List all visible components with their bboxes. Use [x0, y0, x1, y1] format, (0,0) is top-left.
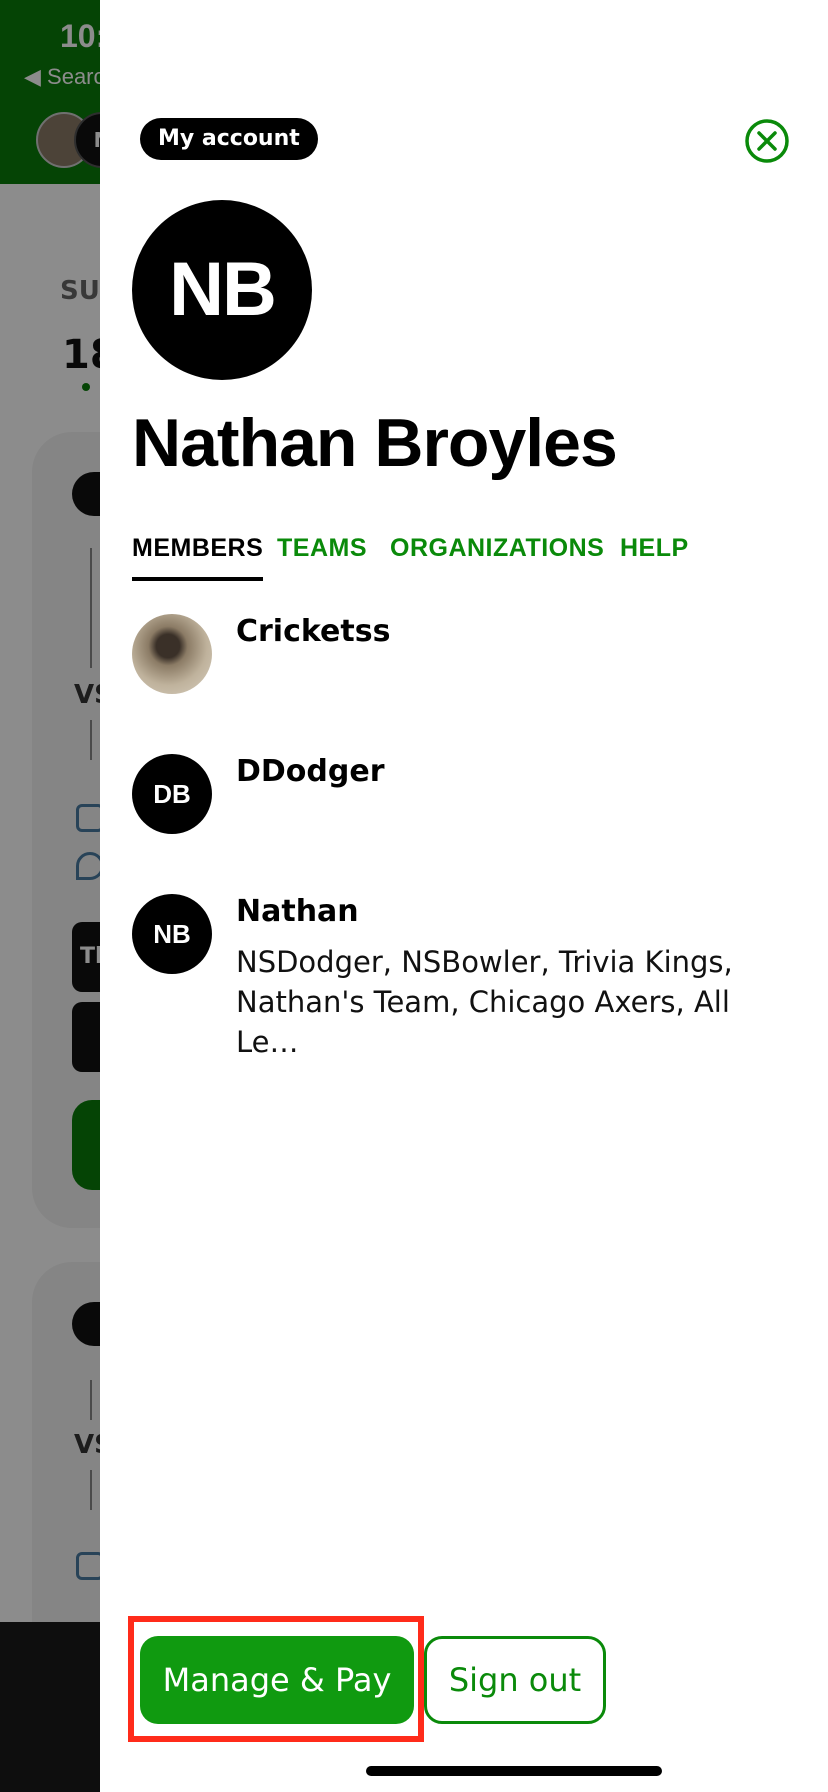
member-avatar: NB [132, 894, 212, 974]
member-name: Nathan [236, 894, 359, 929]
tab-organizations[interactable]: ORGANIZATIONS [390, 534, 604, 577]
close-icon[interactable] [744, 118, 790, 164]
tab-members[interactable]: MEMBERS [132, 534, 264, 581]
profile-avatar: NB [132, 200, 312, 380]
highlight-box [128, 1616, 424, 1742]
member-name: Cricketss [236, 614, 391, 649]
member-teams: NSDodger, NSBowler, Trivia Kings, Nathan… [236, 945, 733, 1059]
member-name: DDodger [236, 754, 385, 789]
home-indicator [366, 1766, 662, 1776]
member-avatar-photo [132, 614, 212, 694]
sign-out-button[interactable]: Sign out [424, 1636, 606, 1724]
profile-name: Nathan Broyles [132, 405, 618, 481]
my-account-chip: My account [140, 118, 318, 160]
tab-teams[interactable]: TEAMS [277, 534, 367, 577]
account-drawer: My account NB Nathan Broyles MEMBERS TEA… [100, 0, 828, 1792]
tab-help[interactable]: HELP [620, 534, 689, 577]
member-avatar: DB [132, 754, 212, 834]
